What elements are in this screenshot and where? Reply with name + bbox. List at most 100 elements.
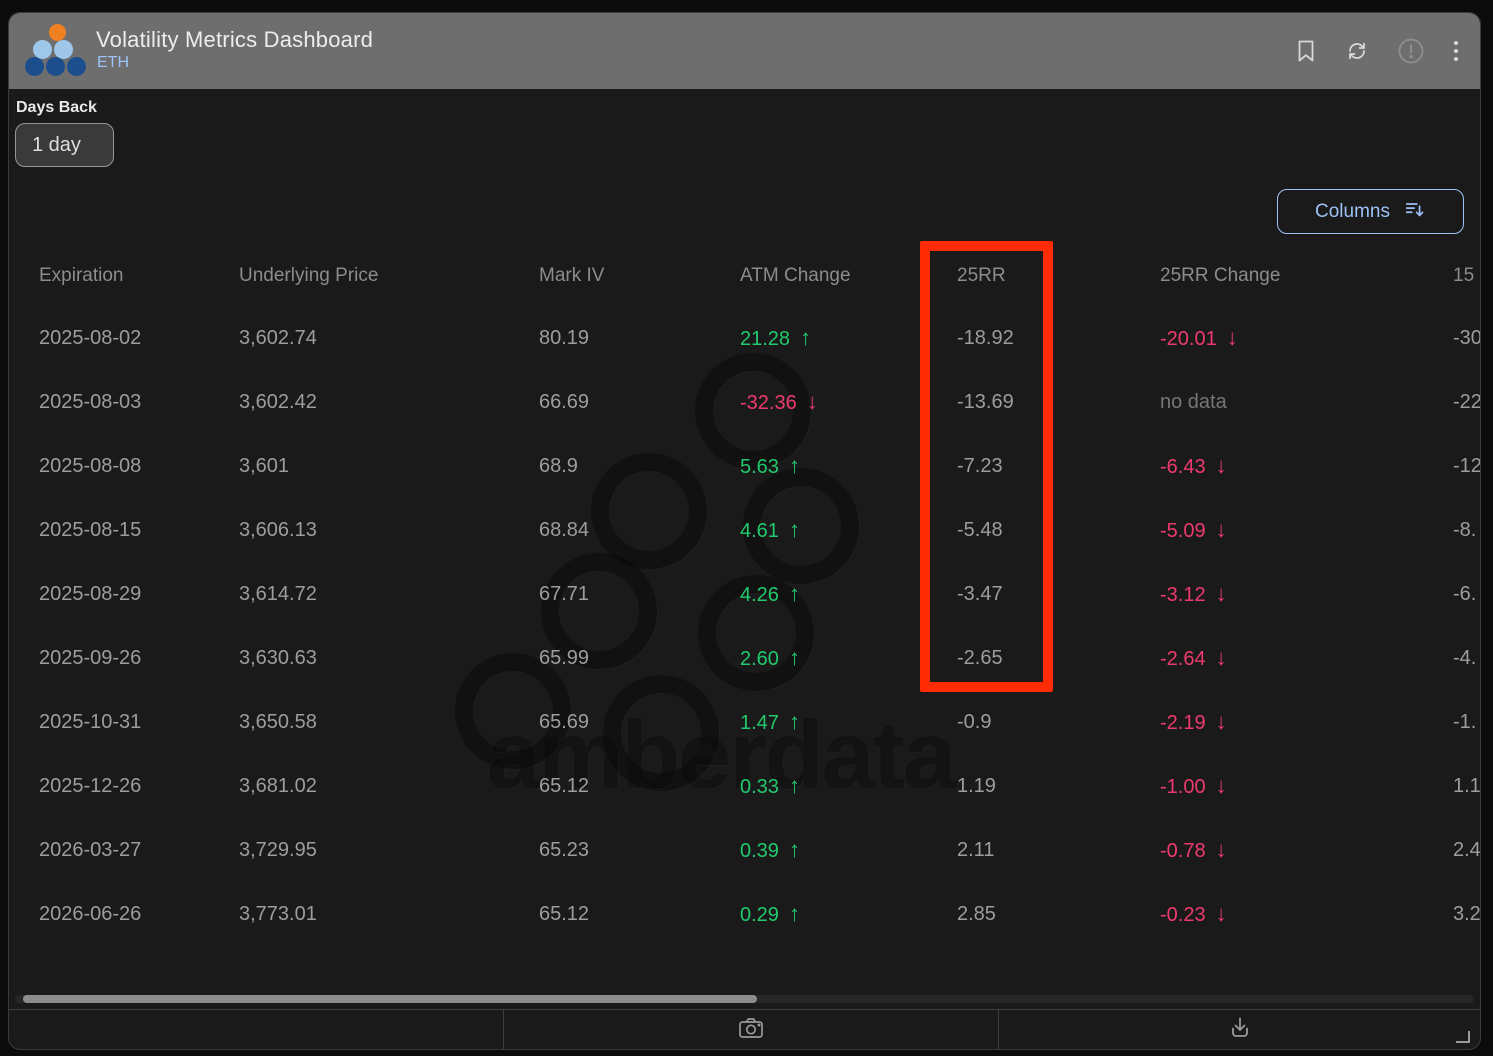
- arrow-down-icon: ↓: [806, 389, 818, 414]
- column-header-mark-iv[interactable]: Mark IV: [539, 265, 740, 287]
- rr25_change-value: -6.43: [1160, 456, 1206, 478]
- arrow-up-icon: ↑: [788, 517, 800, 542]
- arrow-up-icon: ↑: [788, 837, 800, 862]
- mark-iv-cell: 66.69: [539, 390, 590, 413]
- column-header-25rr[interactable]: 25RR: [957, 265, 1160, 287]
- amberdata-logo-icon: [25, 24, 89, 78]
- underlying-price-cell: 3,601: [239, 454, 290, 477]
- rr25-change-cell: -0.23 ↓: [1160, 901, 1453, 927]
- rr25-change-cell: -2.19 ↓: [1160, 709, 1453, 735]
- download-icon[interactable]: [1227, 1015, 1253, 1046]
- clipped-column-cell: 3.2: [1453, 902, 1481, 925]
- rr25_change-value: -3.12: [1160, 584, 1206, 606]
- scrollbar-thumb[interactable]: [23, 995, 757, 1003]
- table-row[interactable]: 2025-12-26 3,681.02 65.12 0.33 ↑ 1.19 -1.00 ↓ 1.…: [9, 754, 1480, 818]
- rr25-cell: 2.11: [957, 838, 995, 861]
- alert-circle-icon[interactable]: [1397, 37, 1425, 65]
- expiration-cell: 2025-12-26: [39, 774, 142, 797]
- table-row[interactable]: 2025-10-31 3,650.58 65.69 1.47 ↑ -0.9 -2.19 ↓ -1…: [9, 690, 1480, 754]
- atm-change-cell: 1.47 ↑: [740, 709, 957, 735]
- rr25-cell: -2.65: [957, 646, 1003, 669]
- rr25_change-value: -5.09: [1160, 520, 1206, 542]
- atm-change-cell: 21.28 ↑: [740, 325, 957, 351]
- kebab-menu-icon[interactable]: [1452, 39, 1460, 63]
- volatility-dashboard-screen: amberdata Volatility Metrics Dashboard E…: [0, 0, 1493, 1056]
- page-title: Volatility Metrics Dashboard: [96, 27, 374, 52]
- arrow-up-icon: ↑: [788, 453, 800, 478]
- table-row[interactable]: 2026-03-27 3,729.95 65.23 0.39 ↑ 2.11 -0.78 ↓ 2.…: [9, 818, 1480, 882]
- rr25-change-cell: no data: [1160, 391, 1453, 414]
- clipped-column-cell: -6.: [1453, 582, 1477, 605]
- table-body: 2025-08-02 3,602.74 80.19 21.28 ↑ -18.92 -20.0…: [9, 306, 1480, 946]
- atm_change-value: -32.36: [740, 392, 797, 414]
- columns-button-label: Columns: [1315, 200, 1390, 222]
- table-row[interactable]: 2026-06-26 3,773.01 65.12 0.29 ↑ 2.85 -0.23 ↓ 3.…: [9, 882, 1480, 946]
- underlying-price-cell: 3,602.42: [239, 390, 317, 413]
- columns-sort-icon: [1404, 198, 1426, 226]
- mark-iv-cell: 65.12: [539, 774, 590, 797]
- column-header-underlying-price[interactable]: Underlying Price: [239, 265, 539, 287]
- mark-iv-cell: 65.12: [539, 902, 590, 925]
- clipped-column-cell: -8.: [1453, 518, 1477, 541]
- table-row[interactable]: 2025-08-03 3,602.42 66.69 -32.36 ↓ -13.69 no d…: [9, 370, 1480, 434]
- atm_change-value: 0.33: [740, 776, 779, 798]
- arrow-down-icon: ↓: [1215, 581, 1227, 606]
- table-row[interactable]: 2025-08-15 3,606.13 68.84 4.61 ↑ -5.48 -5.09 ↓ -…: [9, 498, 1480, 562]
- atm-change-cell: -32.36 ↓: [740, 389, 957, 415]
- column-header-atm-change[interactable]: ATM Change: [740, 265, 957, 287]
- horizontal-scrollbar[interactable]: [15, 995, 1474, 1003]
- footer-cell-snapshot: [503, 1010, 998, 1049]
- days-back-select[interactable]: 1 day: [15, 123, 114, 167]
- rr25-cell: 1.19: [957, 774, 996, 797]
- atm-change-cell: 4.61 ↑: [740, 517, 957, 543]
- clipped-column-cell: -22: [1453, 390, 1481, 413]
- underlying-price-cell: 3,614.72: [239, 582, 317, 605]
- expiration-cell: 2025-08-15: [39, 518, 142, 541]
- rr25_change-value: -0.23: [1160, 904, 1206, 926]
- clipped-column-cell: -12: [1453, 454, 1481, 477]
- rr25-cell: -0.9: [957, 710, 992, 733]
- arrow-down-icon: ↓: [1226, 325, 1238, 350]
- arrow-down-icon: ↓: [1215, 453, 1227, 478]
- arrow-up-icon: ↑: [788, 581, 800, 606]
- column-header-15[interactable]: 15: [1453, 265, 1480, 287]
- expiration-cell: 2026-03-27: [39, 838, 142, 861]
- clipped-column-cell: 2.4: [1453, 838, 1481, 861]
- rr25-cell: -13.69: [957, 390, 1014, 413]
- arrow-down-icon: ↓: [1215, 517, 1227, 542]
- rr25_change-value: no data: [1160, 390, 1227, 413]
- column-header-25rr-change[interactable]: 25RR Change: [1160, 265, 1453, 287]
- refresh-icon[interactable]: [1344, 39, 1370, 63]
- expiration-cell: 2026-06-26: [39, 902, 142, 925]
- rr25_change-value: -2.64: [1160, 648, 1206, 670]
- mark-iv-cell: 65.99: [539, 646, 590, 669]
- atm_change-value: 1.47: [740, 712, 779, 734]
- bookmark-icon[interactable]: [1295, 39, 1317, 63]
- rr25-cell: -18.92: [957, 326, 1014, 349]
- arrow-down-icon: ↓: [1215, 901, 1227, 926]
- widget-panel: amberdata Volatility Metrics Dashboard E…: [8, 12, 1481, 1050]
- columns-button[interactable]: Columns: [1277, 189, 1464, 234]
- clipped-column-cell: -4.: [1453, 646, 1477, 669]
- table-row[interactable]: 2025-08-02 3,602.74 80.19 21.28 ↑ -18.92 -20.0…: [9, 306, 1480, 370]
- rr25-change-cell: -1.00 ↓: [1160, 773, 1453, 799]
- footer-cell-empty: [9, 1010, 503, 1049]
- rr25-cell: -3.47: [957, 582, 1003, 605]
- table-row[interactable]: 2025-08-29 3,614.72 67.71 4.26 ↑ -3.47 -3.12 ↓ -…: [9, 562, 1480, 626]
- table-row[interactable]: 2025-09-26 3,630.63 65.99 2.60 ↑ -2.65 -2.64 ↓ -…: [9, 626, 1480, 690]
- atm_change-value: 0.29: [740, 904, 779, 926]
- footer-toolbar: [9, 1009, 1480, 1049]
- mark-iv-cell: 67.71: [539, 582, 590, 605]
- table-row[interactable]: 2025-08-08 3,601 68.9 5.63 ↑ -7.23 -6.43 ↓ -12: [9, 434, 1480, 498]
- atm_change-value: 4.26: [740, 584, 779, 606]
- camera-icon[interactable]: [737, 1015, 765, 1046]
- asset-subtitle: ETH: [97, 54, 129, 71]
- atm-change-cell: 0.29 ↑: [740, 901, 957, 927]
- rr25-cell: 2.85: [957, 902, 996, 925]
- resize-corner-handle[interactable]: [1456, 1031, 1470, 1043]
- arrow-down-icon: ↓: [1215, 837, 1227, 862]
- rr25-change-cell: -0.78 ↓: [1160, 837, 1453, 863]
- rr25-cell: -5.48: [957, 518, 1003, 541]
- column-header-expiration[interactable]: Expiration: [39, 265, 239, 287]
- days-back-label: Days Back: [16, 99, 97, 116]
